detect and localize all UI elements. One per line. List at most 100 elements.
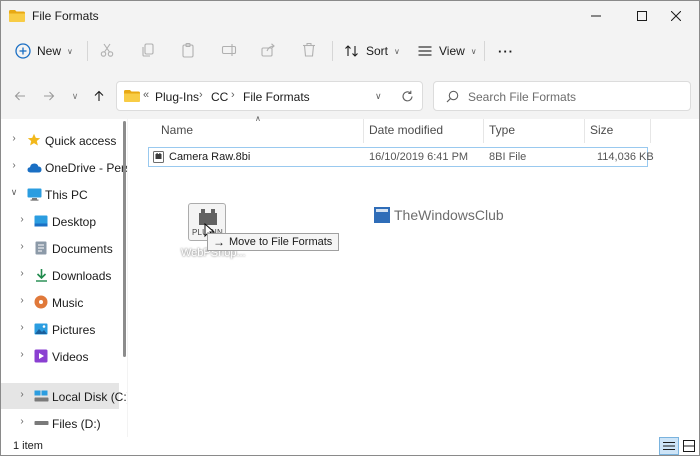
nav-label: Music: [52, 296, 84, 310]
chevron-right-icon[interactable]: ›: [17, 214, 27, 225]
trash-icon: [303, 43, 315, 57]
nav-item-videos[interactable]: › Videos: [1, 343, 119, 369]
music-icon: [33, 294, 49, 310]
drive-icon: [33, 388, 49, 404]
nav-scrollbar[interactable]: [123, 121, 126, 357]
pictures-icon: [33, 321, 49, 337]
column-divider[interactable]: [650, 119, 651, 143]
breadcrumb-plug-ins[interactable]: Plug-Ins: [155, 90, 199, 104]
column-divider[interactable]: [584, 119, 585, 143]
large-icons-view-button[interactable]: [679, 437, 699, 455]
chevron-right-icon[interactable]: ›: [231, 89, 235, 101]
nav-label: This PC: [45, 188, 88, 202]
share-button[interactable]: [258, 40, 278, 60]
nav-item-files-d[interactable]: › Files (D:): [1, 410, 119, 436]
title-bar[interactable]: File Formats: [1, 1, 699, 31]
arrow-left-icon: [14, 91, 25, 101]
details-view-button[interactable]: [659, 437, 679, 455]
column-header-size[interactable]: Size: [590, 123, 613, 143]
nav-item-downloads[interactable]: › Downloads: [1, 262, 119, 288]
chevron-down-icon[interactable]: ∨: [9, 187, 19, 198]
back-button[interactable]: [10, 86, 30, 106]
arrow-right-icon: [44, 91, 55, 101]
nav-label: OneDrive - Perso: [45, 161, 127, 175]
cloud-icon: [26, 159, 42, 175]
column-divider[interactable]: [483, 119, 484, 143]
nav-label: Local Disk (C:): [52, 390, 127, 404]
drag-tooltip: → Move to File Formats: [207, 233, 340, 251]
nav-item-local-disk-c[interactable]: › Local Disk (C:): [1, 383, 127, 409]
nav-item-documents[interactable]: › Documents: [1, 235, 119, 261]
address-overflow[interactable]: «: [143, 89, 149, 101]
cut-button[interactable]: [97, 40, 117, 60]
refresh-icon[interactable]: [401, 90, 414, 103]
chevron-right-icon[interactable]: ›: [199, 89, 203, 101]
recent-locations-button[interactable]: ∨: [65, 86, 85, 106]
table-row[interactable]: Camera Raw.8bi 16/10/2019 6:41 PM 8BI Fi…: [148, 147, 654, 167]
nav-item-onedrive[interactable]: › OneDrive - Perso: [1, 154, 127, 180]
file-date: 16/10/2019 6:41 PM: [369, 151, 469, 163]
paste-button[interactable]: [178, 40, 198, 60]
window-title: File Formats: [32, 9, 99, 23]
details-view-icon: [663, 442, 675, 450]
file-list[interactable]: ∧ Name Date modified Type Size Camera Ra…: [128, 114, 699, 437]
view-button[interactable]: View ∨: [417, 37, 477, 65]
delete-button[interactable]: [299, 40, 319, 60]
breadcrumb-file-formats[interactable]: File Formats: [243, 90, 310, 104]
nav-item-pictures[interactable]: › Pictures: [1, 316, 119, 342]
close-button[interactable]: [653, 1, 699, 31]
nav-label: Files (D:): [52, 417, 101, 431]
rename-button[interactable]: [219, 40, 239, 60]
search-icon: [446, 90, 459, 103]
column-header-date[interactable]: Date modified: [369, 123, 443, 143]
watermark-logo: [374, 207, 390, 223]
chevron-right-icon[interactable]: ›: [17, 416, 27, 427]
download-icon: [33, 267, 49, 283]
column-header-name[interactable]: Name: [161, 123, 193, 143]
toolbar-divider: [332, 41, 333, 61]
nav-item-desktop[interactable]: › Desktop: [1, 208, 119, 234]
view-list-icon: [418, 46, 432, 56]
nav-label: Quick access: [45, 134, 117, 148]
chevron-right-icon[interactable]: ›: [9, 133, 19, 144]
chevron-down-icon[interactable]: ∨: [375, 91, 382, 102]
nav-item-this-pc[interactable]: ∨ This PC: [1, 181, 119, 207]
search-placeholder: Search File Formats: [468, 90, 577, 104]
navigation-pane[interactable]: › Quick access › OneDrive - Perso ∨ This…: [1, 119, 127, 437]
up-button[interactable]: [89, 86, 109, 106]
chevron-right-icon[interactable]: ›: [17, 389, 27, 400]
address-bar[interactable]: « Plug-Ins › CC › File Formats ∨: [116, 81, 423, 111]
more-options-button[interactable]: ···: [498, 37, 514, 65]
new-button[interactable]: New ∨: [15, 37, 73, 65]
copy-button[interactable]: [138, 40, 158, 60]
clipboard-icon: [182, 42, 194, 58]
view-label: View: [439, 44, 465, 58]
nav-item-music[interactable]: › Music: [1, 289, 119, 315]
sort-button[interactable]: Sort ∨: [344, 37, 400, 65]
folder-icon: [9, 10, 25, 22]
minimize-button[interactable]: [573, 1, 619, 31]
chevron-down-icon: ∨: [67, 46, 73, 56]
chevron-down-icon: ∨: [71, 90, 79, 101]
breadcrumb-cc[interactable]: CC: [211, 90, 228, 104]
search-box[interactable]: Search File Formats: [433, 81, 691, 111]
nav-label: Videos: [52, 350, 89, 364]
chevron-right-icon[interactable]: ›: [17, 241, 27, 252]
close-icon: [671, 11, 681, 21]
forward-button[interactable]: [39, 86, 59, 106]
drive-icon: [33, 415, 49, 431]
chevron-right-icon[interactable]: ›: [17, 322, 27, 333]
new-label: New: [37, 44, 62, 58]
column-divider[interactable]: [363, 119, 364, 143]
chevron-right-icon[interactable]: ›: [17, 295, 27, 306]
nav-label: Desktop: [52, 215, 97, 229]
column-header-type[interactable]: Type: [489, 123, 515, 143]
scissors-icon: [100, 43, 114, 57]
nav-label: Documents: [52, 242, 113, 256]
arrow-right-icon: →: [213, 235, 225, 249]
chevron-right-icon[interactable]: ›: [17, 268, 27, 279]
nav-item-quick-access[interactable]: › Quick access: [1, 127, 119, 153]
address-row: ∨ « Plug-Ins › CC › File Formats ∨ Searc…: [1, 76, 699, 116]
chevron-right-icon[interactable]: ›: [9, 160, 19, 171]
chevron-right-icon[interactable]: ›: [17, 349, 27, 360]
